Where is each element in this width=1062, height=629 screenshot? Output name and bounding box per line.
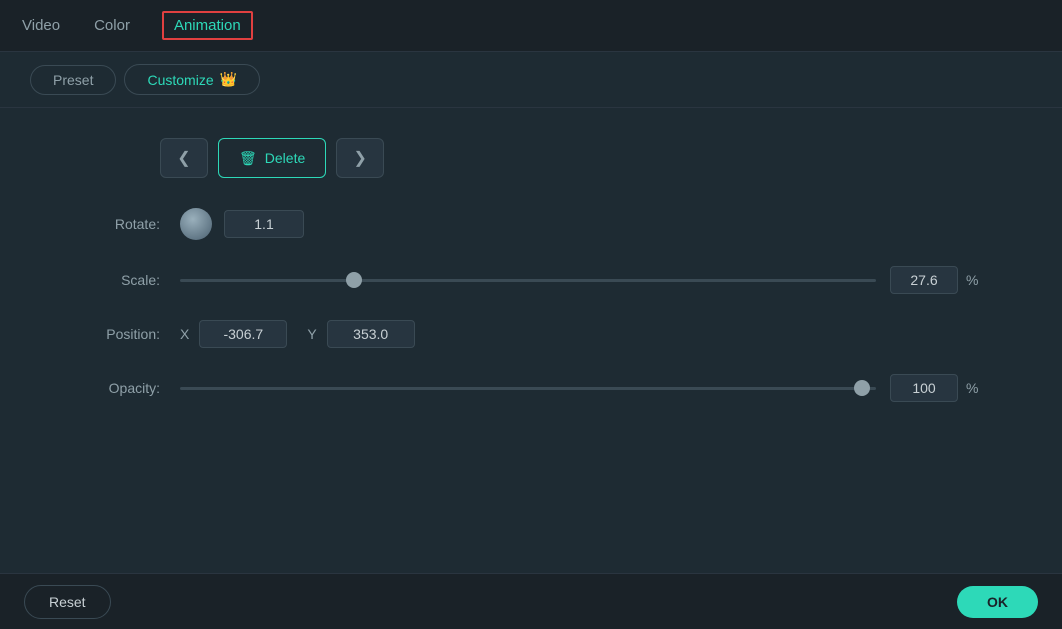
action-button-row: ❮ 🗑 Delete ❯ (160, 138, 982, 178)
rotate-row: Rotate: (60, 208, 982, 240)
rotate-value-input[interactable] (224, 210, 304, 238)
opacity-slider-thumb[interactable] (854, 380, 870, 396)
position-y-input[interactable] (327, 320, 415, 348)
tab-animation[interactable]: Animation (162, 11, 253, 40)
trash-icon: 🗑 (239, 150, 257, 167)
x-label: X (180, 326, 189, 342)
tab-video[interactable]: Video (20, 11, 62, 40)
opacity-value-input[interactable] (890, 374, 958, 402)
opacity-label: Opacity: (60, 380, 160, 396)
top-navigation: Video Color Animation (0, 0, 1062, 52)
customize-label: Customize (147, 72, 213, 88)
footer: Reset OK (0, 573, 1062, 629)
reset-button[interactable]: Reset (24, 585, 111, 619)
scale-slider-container[interactable] (180, 270, 876, 290)
sub-navigation: Preset Customize 👑 (0, 52, 1062, 108)
opacity-slider-track (180, 387, 876, 390)
next-button[interactable]: ❯ (336, 138, 384, 178)
opacity-row: Opacity: % (60, 374, 982, 402)
delete-button[interactable]: 🗑 Delete (218, 138, 326, 178)
scale-slider-track (180, 279, 876, 282)
main-content: ❮ 🗑 Delete ❯ Rotate: Scale: % Position: … (0, 108, 1062, 573)
opacity-unit: % (966, 380, 982, 396)
crown-icon: 👑 (220, 71, 237, 88)
scale-label: Scale: (60, 272, 160, 288)
tab-color[interactable]: Color (92, 11, 132, 40)
scale-value-input[interactable] (890, 266, 958, 294)
customize-tab[interactable]: Customize 👑 (124, 64, 260, 95)
position-row: Position: X Y (60, 320, 982, 348)
position-label: Position: (60, 326, 160, 342)
delete-label: Delete (265, 150, 305, 166)
preset-tab[interactable]: Preset (30, 65, 116, 95)
position-x-input[interactable] (199, 320, 287, 348)
rotate-knob[interactable] (180, 208, 212, 240)
scale-slider-thumb[interactable] (346, 272, 362, 288)
y-label: Y (307, 326, 316, 342)
rotate-label: Rotate: (60, 216, 160, 232)
ok-button[interactable]: OK (957, 586, 1038, 618)
scale-unit: % (966, 272, 982, 288)
prev-button[interactable]: ❮ (160, 138, 208, 178)
scale-row: Scale: % (60, 266, 982, 294)
opacity-slider-container[interactable] (180, 378, 876, 398)
